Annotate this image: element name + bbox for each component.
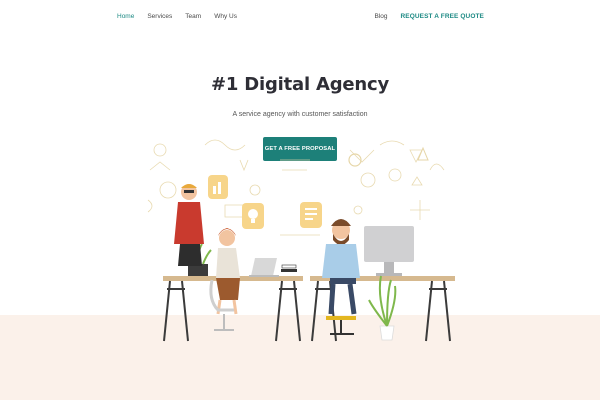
- secondary-nav: Blog REQUEST A FREE QUOTE: [374, 13, 484, 20]
- office-illustration: [147, 139, 455, 342]
- nav-blog-link[interactable]: Blog: [374, 13, 387, 20]
- document-icon: [300, 202, 322, 228]
- nav-home-link[interactable]: Home: [117, 13, 134, 20]
- stacked-books: [281, 264, 297, 272]
- nav-services-link[interactable]: Services: [147, 13, 172, 20]
- main-nav: Home Services Team Why Us: [117, 13, 237, 20]
- laptop: [249, 258, 279, 277]
- request-quote-link[interactable]: REQUEST A FREE QUOTE: [401, 13, 485, 20]
- hero-title: #1 Digital Agency: [210, 74, 390, 95]
- nav-team-link[interactable]: Team: [185, 13, 201, 20]
- top-navbar: Home Services Team Why Us Blog REQUEST A…: [0, 0, 600, 34]
- nav-why-us-link[interactable]: Why Us: [214, 13, 237, 20]
- standing-man: [174, 184, 204, 266]
- monitor: [364, 226, 414, 276]
- hero-subtitle: A service agency with customer satisfact…: [232, 111, 368, 118]
- lightbulb-icon: [242, 203, 264, 229]
- gear-icon: [348, 153, 362, 167]
- potted-plant: [368, 275, 397, 341]
- seated-man: [322, 219, 360, 335]
- chart-icon: [208, 175, 228, 199]
